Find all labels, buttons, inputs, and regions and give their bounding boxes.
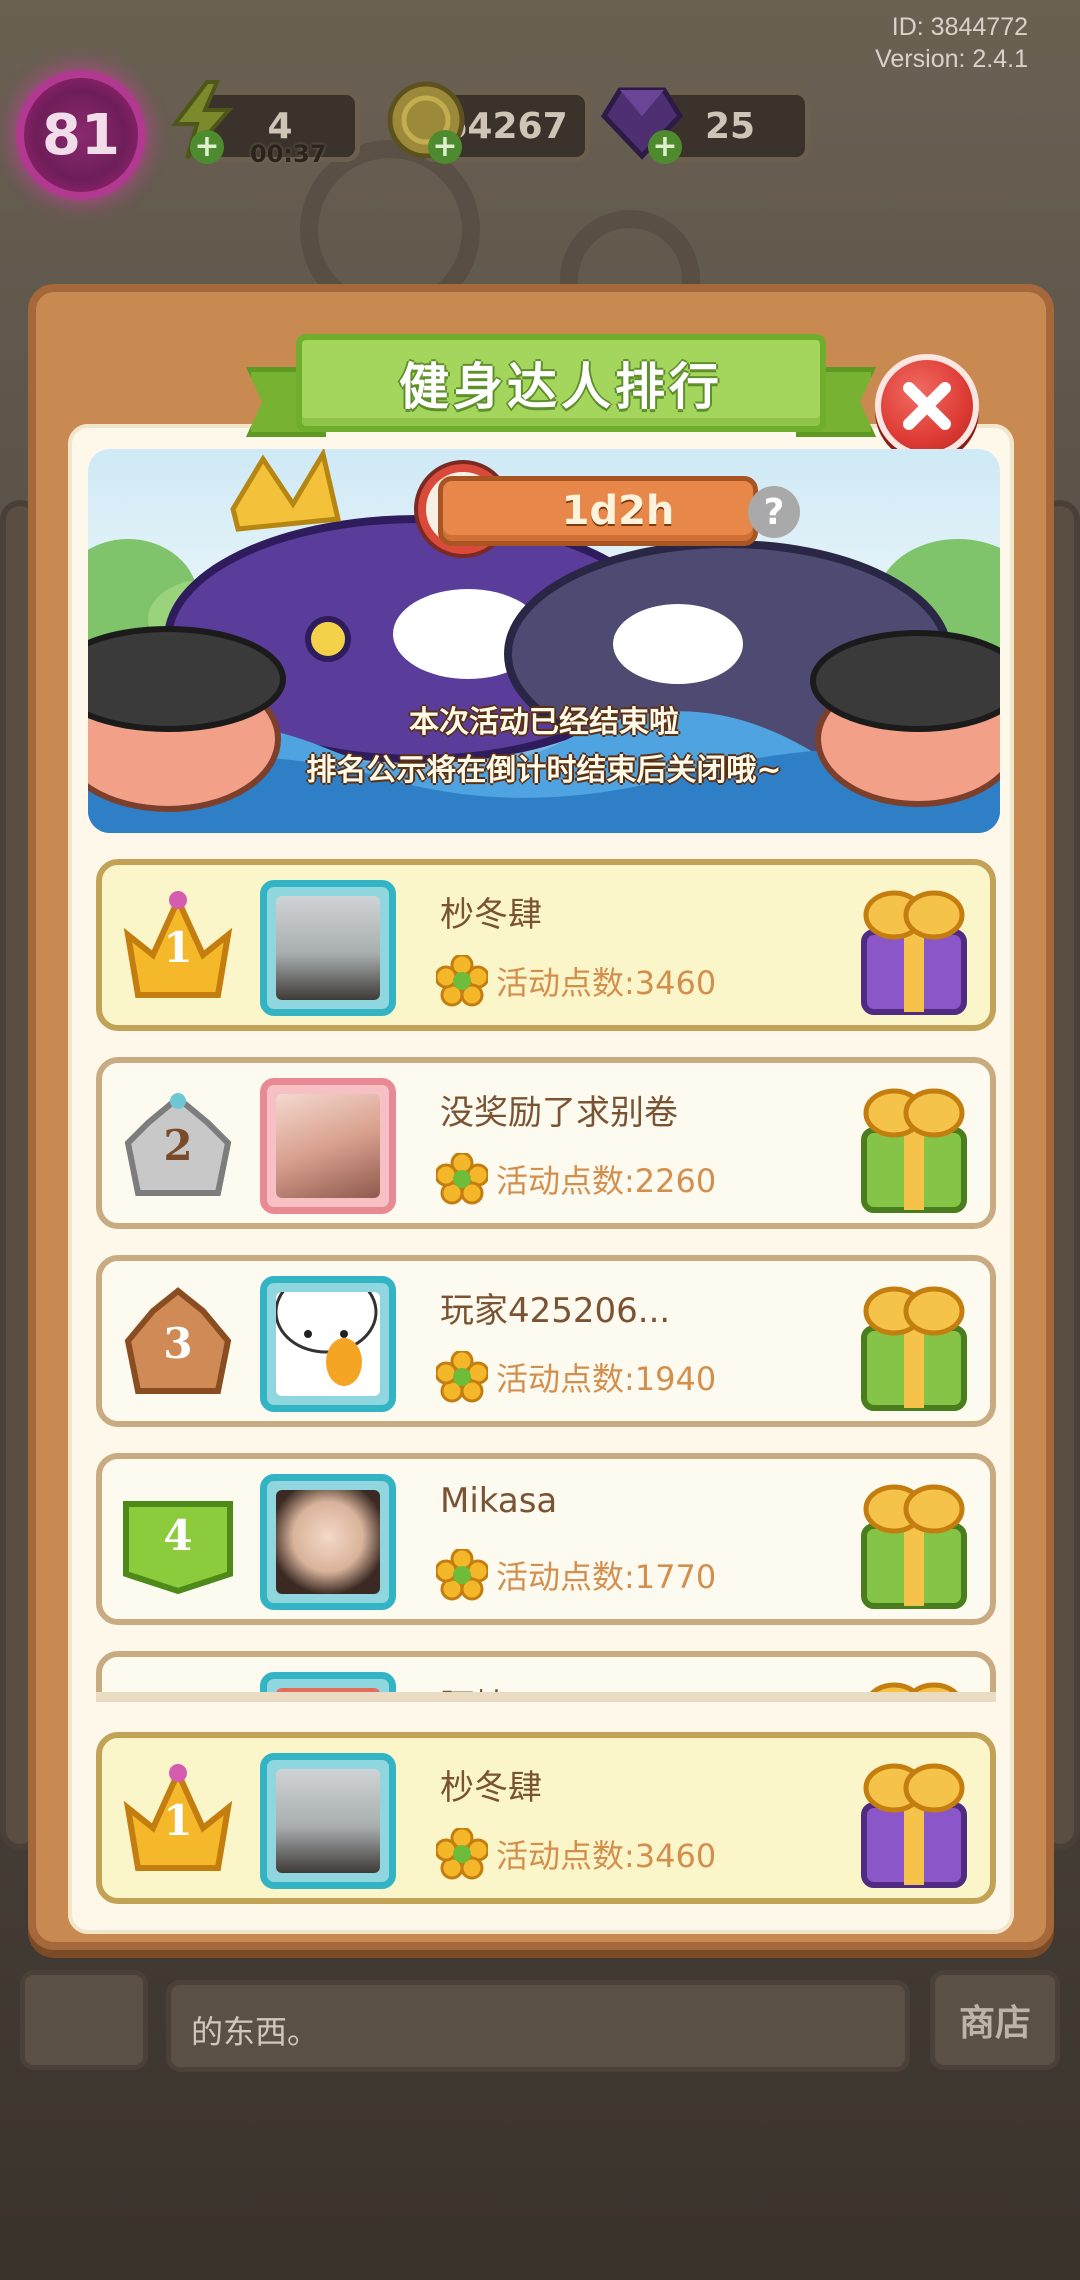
gift-box-icon[interactable] — [854, 1075, 974, 1215]
countdown-text: 1d2h — [561, 488, 675, 534]
ranking-row[interactable]: 3 玩家425206... 活动点数:1940 — [96, 1255, 996, 1427]
coin-add-button[interactable]: + — [428, 130, 462, 164]
score: 活动点数:2260 — [436, 1153, 716, 1205]
rank-number: 3 — [163, 1319, 193, 1368]
rank-number: 2 — [163, 1121, 193, 1170]
help-icon[interactable]: ? — [748, 486, 800, 538]
avatar[interactable] — [260, 880, 396, 1016]
event-closing-notice: 排名公示将在倒计时结束后关闭哦~ — [306, 753, 782, 788]
flower-icon — [436, 1351, 488, 1403]
ranking-row[interactable]: 4 Mikasa 活动点数:1770 — [96, 1453, 996, 1625]
player-name: 玩家425206... — [440, 1291, 671, 1331]
player-name: 杪冬肆 — [440, 895, 542, 935]
close-icon — [903, 382, 951, 430]
ranking-list[interactable]: 1 杪冬肆 活动点数:3460 2 没奖励了求别卷 活动点数:2260 3 玩家… — [88, 847, 1000, 1697]
gold-crown-badge: 1 — [118, 1758, 238, 1878]
event-banner: 1d2h ? 本次活动已经结束啦 排名公示将在倒计时结束后关闭哦~ — [88, 449, 1000, 833]
modal-title: 健身达人排行 — [399, 358, 723, 416]
event-ended-message: 本次活动已经结束啦 — [409, 705, 679, 740]
score: 活动点数:3460 — [436, 955, 716, 1007]
score-label: 活动点数:1770 — [496, 1558, 717, 1596]
gift-box-icon[interactable] — [854, 1273, 974, 1413]
score: 活动点数:1940 — [436, 1351, 716, 1403]
self-ranking-row[interactable]: 1 杪冬肆 活动点数:3460 — [96, 1732, 996, 1904]
gem-value: 25 — [704, 105, 756, 147]
ranking-row[interactable]: 1 杪冬肆 活动点数:3460 — [96, 859, 996, 1031]
level-badge[interactable]: 81 — [16, 70, 146, 200]
avatar[interactable] — [260, 1474, 396, 1610]
score: 活动点数:1770 — [436, 1549, 716, 1601]
shop-button: 商店 — [930, 1970, 1060, 2070]
background-message: 的东西。 — [166, 1980, 910, 2072]
score-label: 活动点数:2260 — [496, 1162, 717, 1200]
flower-icon — [436, 955, 488, 1007]
flower-icon — [436, 1153, 488, 1205]
title-ribbon: 健身达人排行 — [296, 334, 826, 432]
flower-icon — [436, 1828, 488, 1880]
background-left-button — [20, 1970, 148, 2070]
energy-add-button[interactable]: + — [190, 130, 224, 164]
player-name: 杪冬肆 — [440, 1768, 542, 1808]
player-name: Mikasa — [440, 1481, 558, 1521]
flower-icon — [436, 1549, 488, 1601]
gift-box-icon[interactable] — [854, 877, 974, 1017]
ranking-row[interactable]: 阿楠 — [96, 1651, 996, 1697]
silver-crown-badge: 2 — [118, 1083, 238, 1203]
player-id-text: ID: 3844772 — [891, 13, 1028, 41]
event-countdown: 1d2h — [438, 476, 758, 546]
avatar[interactable] — [260, 1078, 396, 1214]
rank-number: 1 — [163, 1796, 193, 1845]
score-label: 活动点数:3460 — [496, 964, 717, 1002]
close-button[interactable] — [875, 354, 979, 458]
green-rank-badge: 4 — [118, 1479, 238, 1599]
gold-crown-badge: 1 — [118, 885, 238, 1005]
avatar[interactable] — [260, 1753, 396, 1889]
rank-number: 4 — [163, 1511, 193, 1560]
bronze-crown-badge: 3 — [118, 1281, 238, 1401]
gem-add-button[interactable]: + — [648, 130, 682, 164]
leaderboard-modal: 健身达人排行 1d2h ? 本次活动已经结束啦 排名公示将在倒计时结束后关闭哦~… — [28, 284, 1054, 1950]
gift-box-icon[interactable] — [854, 1471, 974, 1611]
energy-timer: 00:37 — [250, 140, 327, 168]
score-label: 活动点数:1940 — [496, 1360, 717, 1398]
version-text: Version: 2.4.1 — [875, 45, 1028, 73]
avatar[interactable] — [260, 1276, 396, 1412]
score-label: 活动点数:3460 — [496, 1837, 717, 1875]
score: 活动点数:3460 — [436, 1828, 716, 1880]
gift-box-icon[interactable] — [854, 1750, 974, 1890]
player-name: 没奖励了求别卷 — [440, 1093, 678, 1133]
ranking-row[interactable]: 2 没奖励了求别卷 活动点数:2260 — [96, 1057, 996, 1229]
list-divider — [96, 1692, 996, 1702]
rank-number: 1 — [163, 923, 193, 972]
